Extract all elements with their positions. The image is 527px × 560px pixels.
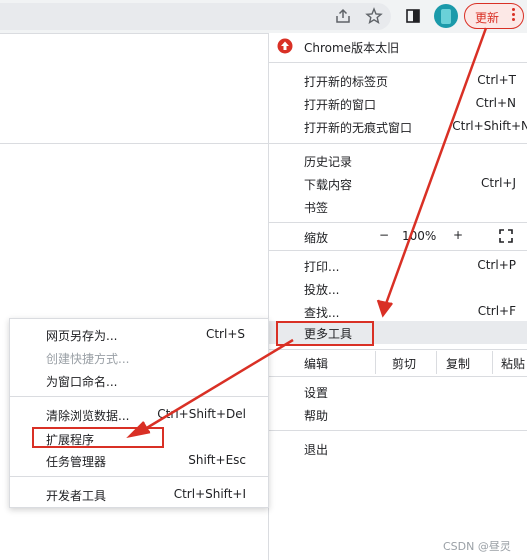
update-button[interactable]: 更新 [464, 3, 524, 29]
kebab-menu-icon[interactable] [512, 8, 516, 23]
menu-item-label: 扩展程序 [46, 433, 95, 447]
submenu-item-create-shortcut: 创建快捷方式... [10, 346, 268, 369]
menu-item-print[interactable]: 打印... Ctrl+P [269, 254, 527, 277]
submenu-item-dev-tools[interactable]: 开发者工具 Ctrl+Shift+I [10, 483, 268, 506]
paste-label: 粘贴 [501, 357, 526, 371]
menu-item-downloads[interactable]: 下载内容 Ctrl+J [269, 172, 527, 195]
watermark: CSDN @昼灵 [443, 540, 511, 553]
shortcut-label: Ctrl+P [477, 258, 516, 272]
update-notice-label: Chrome版本太旧 [304, 41, 400, 55]
shortcut-label: Ctrl+J [481, 176, 516, 190]
page-divider [0, 143, 268, 144]
menu-item-label: 帮助 [304, 409, 329, 423]
browser-toolbar: 更新 [0, 0, 527, 34]
submenu-item-extensions[interactable]: 扩展程序 [10, 427, 268, 450]
menu-separator [10, 476, 268, 477]
shortcut-label: Shift+Esc [188, 453, 246, 467]
menu-item-label: 为窗口命名... [46, 375, 118, 389]
menu-item-zoom: 缩放 − 100% + [269, 225, 527, 248]
chrome-main-menu: Chrome版本太旧 打开新的标签页 Ctrl+T 打开新的窗口 Ctrl+N … [268, 33, 527, 560]
update-notice-item[interactable]: Chrome版本太旧 [269, 35, 527, 58]
menu-separator [269, 62, 527, 63]
menu-item-settings[interactable]: 设置 [269, 380, 527, 403]
menu-item-label: 查找... [304, 306, 340, 320]
menu-separator [269, 430, 527, 431]
submenu-item-clear-data[interactable]: 清除浏览数据... Ctrl+Shift+Del [10, 403, 268, 426]
shortcut-label: Ctrl+N [475, 96, 516, 110]
menu-item-label: 任务管理器 [46, 455, 107, 469]
more-tools-submenu: 网页另存为... Ctrl+S 创建快捷方式... 为窗口命名... 清除浏览数… [9, 318, 269, 508]
menu-item-find[interactable]: 查找... Ctrl+F [269, 300, 527, 323]
fullscreen-icon[interactable] [499, 229, 513, 243]
menu-item-exit[interactable]: 退出 [269, 437, 527, 460]
cut-button[interactable]: 剪切 [375, 351, 436, 374]
menu-item-new-tab[interactable]: 打开新的标签页 Ctrl+T [269, 69, 527, 92]
cut-label: 剪切 [392, 357, 417, 371]
menu-item-label: 打开新的窗口 [304, 98, 377, 112]
menu-item-history[interactable]: 历史记录 [269, 149, 527, 172]
menu-item-label: 下载内容 [304, 178, 353, 192]
menu-item-label: 网页另存为... [46, 329, 118, 343]
submenu-item-save-page[interactable]: 网页另存为... Ctrl+S [10, 323, 268, 346]
menu-item-label: 退出 [304, 443, 329, 457]
shortcut-label: Ctrl+S [205, 327, 245, 341]
menu-item-more-tools[interactable]: 更多工具 [269, 321, 527, 346]
shortcut-label: Ctrl+F [477, 304, 516, 318]
menu-item-label: 开发者工具 [46, 489, 107, 503]
submenu-item-task-manager[interactable]: 任务管理器 Shift+Esc [10, 449, 268, 472]
menu-item-label: 更多工具 [304, 327, 353, 341]
menu-item-label: 创建快捷方式... [46, 352, 130, 366]
update-warning-icon [277, 38, 293, 54]
shortcut-label: Ctrl+Shift+N [452, 119, 527, 133]
menu-separator [269, 349, 527, 350]
menu-item-label: 历史记录 [304, 155, 353, 169]
star-icon[interactable] [365, 7, 383, 25]
copy-label: 复制 [446, 357, 471, 371]
avatar[interactable] [434, 4, 458, 28]
share-icon[interactable] [334, 7, 352, 25]
zoom-level: 100% [402, 229, 437, 243]
menu-separator [269, 222, 527, 223]
menu-item-label: 清除浏览数据... [46, 409, 130, 423]
shortcut-label: Ctrl+Shift+Del [157, 407, 246, 421]
menu-item-help[interactable]: 帮助 [269, 403, 527, 426]
menu-item-label: 缩放 [304, 231, 329, 245]
sidebar-icon[interactable] [404, 7, 422, 25]
menu-item-new-window[interactable]: 打开新的窗口 Ctrl+N [269, 92, 527, 115]
menu-item-label: 打印... [304, 260, 340, 274]
menu-separator [10, 396, 268, 397]
zoom-in-button[interactable]: + [453, 228, 463, 242]
copy-button[interactable]: 复制 [436, 351, 492, 374]
zoom-out-button[interactable]: − [379, 228, 389, 242]
paste-button[interactable]: 粘贴 [492, 351, 527, 374]
menu-separator [269, 143, 527, 144]
menu-separator [269, 250, 527, 251]
menu-item-label: 打开新的无痕式窗口 [304, 121, 413, 135]
menu-item-new-incognito[interactable]: 打开新的无痕式窗口 Ctrl+Shift+N [269, 115, 527, 138]
shortcut-label: Ctrl+Shift+I [173, 487, 246, 501]
shortcut-label: Ctrl+T [477, 73, 516, 87]
menu-item-label: 打开新的标签页 [304, 75, 389, 89]
menu-item-label: 设置 [304, 386, 329, 400]
menu-item-cast[interactable]: 投放... [269, 277, 527, 300]
submenu-item-name-window[interactable]: 为窗口命名... [10, 369, 268, 392]
omnibox[interactable] [0, 3, 391, 30]
menu-item-bookmarks[interactable]: 书签 [269, 195, 527, 218]
menu-item-edit: 编辑 剪切 复制 粘贴 [269, 351, 527, 374]
menu-separator [269, 376, 527, 377]
menu-item-label: 书签 [304, 201, 329, 215]
update-button-label: 更新 [475, 11, 500, 25]
menu-item-label: 编辑 [304, 357, 329, 371]
menu-item-label: 投放... [304, 283, 340, 297]
